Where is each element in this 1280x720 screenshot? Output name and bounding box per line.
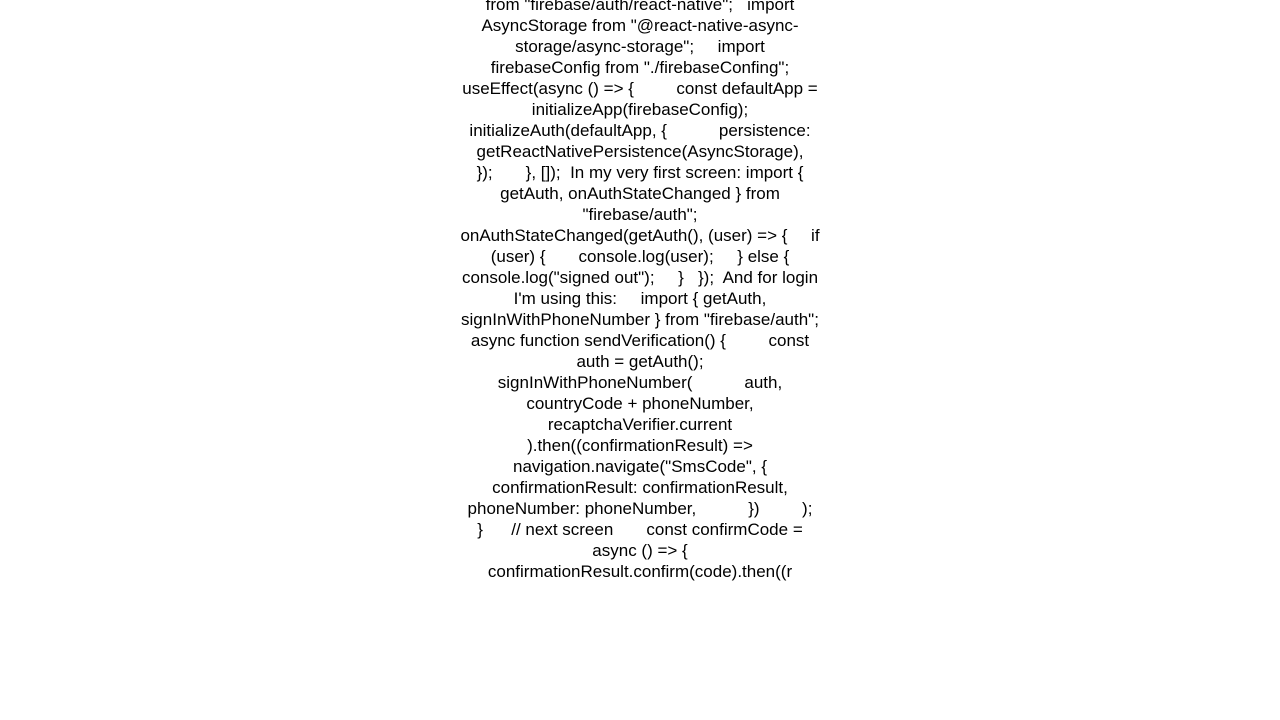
document-body: from "firebase/auth/react-native"; impor… (460, 0, 820, 720)
